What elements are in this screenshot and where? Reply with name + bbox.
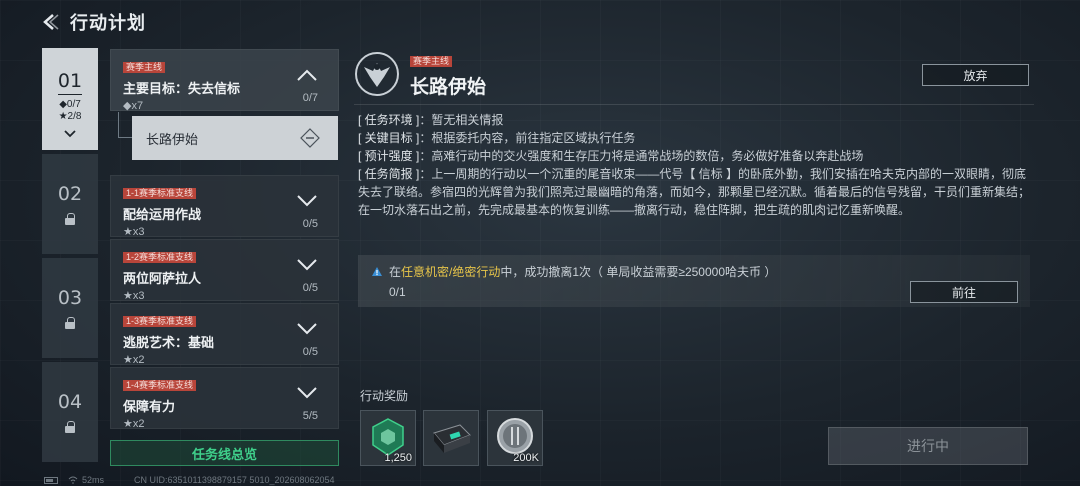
chapter-number: 01 <box>57 70 83 95</box>
task-objective: 在 任意机密/绝密行动 中，成功撤离1次（ 单局收益需要≥250000哈夫币 ）… <box>358 255 1030 307</box>
mission-overview-button[interactable]: 任务线总览 <box>110 440 339 466</box>
info-label: [ 关键目标 ] <box>358 131 420 145</box>
info-text: ：暂无相关情报 <box>419 113 504 127</box>
latency-text: 52ms <box>82 475 105 485</box>
sub-mission-connector <box>118 112 132 138</box>
sub-mission-item[interactable]: 长路伊始 <box>132 116 338 160</box>
task-text-pre: 在 <box>389 265 402 279</box>
reward-amount: 200K <box>513 452 539 464</box>
mission-reward-count: ◆x7 <box>123 100 144 112</box>
chevron-down-icon <box>297 323 317 335</box>
chapter-tab-04[interactable]: 04 <box>42 362 98 462</box>
chevron-down-icon <box>297 387 317 399</box>
info-label: [ 任务环境 ] <box>358 113 420 127</box>
info-briefing: [ 任务简报 ]：上一周期的行动以一个沉重的尾音收束——代号【 信标 】的卧底外… <box>358 165 1036 219</box>
reward-item[interactable] <box>423 410 479 466</box>
chevron-down-icon <box>64 130 76 138</box>
info-key-objective: [ 关键目标 ]：根据委托内容，前往指定区域执行任务 <box>358 129 1036 147</box>
chapter-diamond-progress: ◆0/7 <box>59 99 81 110</box>
chapter-star-progress: ★2/8 <box>58 111 82 122</box>
reward-item[interactable]: 1,250 <box>360 410 416 466</box>
divider <box>354 104 1034 105</box>
abandon-button[interactable]: 放弃 <box>922 64 1029 86</box>
mission-tag: 赛季主线 <box>123 62 166 73</box>
diamond-target-icon <box>300 128 320 148</box>
eagle-emblem-icon <box>355 52 399 96</box>
chapter-tab-02[interactable]: 02 <box>42 154 98 254</box>
chevron-down-icon <box>297 195 317 207</box>
chapter-list: 01 ◆0/7 ★2/8 02 03 04 <box>42 48 98 466</box>
mission-progress: 0/5 <box>302 218 318 230</box>
chapter-number: 02 <box>57 183 83 205</box>
lock-icon <box>65 213 75 225</box>
mission-reward-count: ★x2 <box>123 418 145 430</box>
mission-reward-count: ★x3 <box>123 290 145 302</box>
lock-icon <box>65 317 75 329</box>
mission-reward-count: ★x3 <box>123 226 145 238</box>
task-text-post: 中，成功撤离1次（ 单局收益需要≥250000哈夫币 ） <box>500 265 777 279</box>
info-intensity: [ 预计强度 ]：高难行动中的交火强度和生存压力将是通常战场的数倍，务必做好准备… <box>358 147 1036 165</box>
detail-title: 长路伊始 <box>410 77 487 98</box>
rewards-title: 行动奖励 <box>360 389 409 403</box>
mission-list: 赛季主线 主要目标：失去信标 ◆x7 0/7 1-1赛季标准支线 配给运用作战 … <box>110 49 339 431</box>
mission-tag: 1-1赛季标准支线 <box>123 188 197 199</box>
mission-progress: 0/7 <box>302 92 318 104</box>
info-text: ：上一周期的行动以一个沉重的尾音收束——代号【 信标 】的卧底外勤，我们安插在哈… <box>358 167 1031 217</box>
chapter-number: 04 <box>57 391 83 413</box>
info-text: ：高难行动中的交火强度和生存压力将是通常战场的数倍，务必做好准备以奔赴战场 <box>419 149 864 163</box>
go-button[interactable]: 前往 <box>910 281 1018 303</box>
in-progress-button: 进行中 <box>828 427 1028 465</box>
info-icon <box>372 266 382 276</box>
mission-progress: 0/5 <box>302 346 318 358</box>
mission-item-1-1[interactable]: 1-1赛季标准支线 配给运用作战 ★x3 0/5 <box>110 175 339 238</box>
task-progress: 0/1 <box>389 285 406 299</box>
mission-item-main[interactable]: 赛季主线 主要目标：失去信标 ◆x7 0/7 <box>110 49 339 112</box>
mission-tag: 1-3赛季标准支线 <box>123 316 197 327</box>
info-text: ：根据委托内容，前往指定区域执行任务 <box>419 131 636 145</box>
mission-reward-count: ★x2 <box>123 354 145 366</box>
mission-item-1-4[interactable]: 1-4赛季标准支线 保障有力 ★x2 5/5 <box>110 367 339 430</box>
mission-tag: 1-4赛季标准支线 <box>123 380 197 391</box>
wifi-icon <box>68 476 78 484</box>
task-description: 在 任意机密/绝密行动 中，成功撤离1次（ 单局收益需要≥250000哈夫币 ） <box>371 263 776 280</box>
uid-text: CN UID:6351011398879157 5010_20260806205… <box>134 475 335 485</box>
chapter-tab-01[interactable]: 01 ◆0/7 ★2/8 <box>42 48 98 150</box>
info-label: [ 预计强度 ] <box>358 149 420 163</box>
lock-icon <box>65 421 75 433</box>
back-arrow-icon[interactable] <box>40 11 62 33</box>
info-label: [ 任务简报 ] <box>358 167 420 181</box>
reward-item[interactable]: 200K <box>487 410 543 466</box>
mission-info: [ 任务环境 ]：暂无相关情报 [ 关键目标 ]：根据委托内容，前往指定区域执行… <box>358 111 1036 219</box>
task-highlight: 任意机密/绝密行动 <box>401 265 501 279</box>
mission-item-1-2[interactable]: 1-2赛季标准支线 两位阿萨拉人 ★x3 0/5 <box>110 239 339 302</box>
chevron-down-icon <box>297 259 317 271</box>
supply-case-icon <box>433 424 471 453</box>
mission-item-1-3[interactable]: 1-3赛季标准支线 逃脱艺术：基础 ★x2 0/5 <box>110 303 339 366</box>
status-footer: 52ms CN UID:6351011398879157 5010_202608… <box>44 474 335 486</box>
chevron-up-icon <box>297 69 317 81</box>
mission-tag: 1-2赛季标准支线 <box>123 252 197 263</box>
header: 行动计划 <box>40 8 146 36</box>
info-environment: [ 任务环境 ]：暂无相关情报 <box>358 111 1036 129</box>
mission-progress: 5/5 <box>302 410 318 422</box>
battery-icon <box>44 476 58 484</box>
page-title: 行动计划 <box>70 13 146 33</box>
chapter-tab-03[interactable]: 03 <box>42 258 98 358</box>
chapter-number: 03 <box>57 287 83 309</box>
detail-tag: 赛季主线 <box>410 56 453 67</box>
reward-amount: 1,250 <box>384 452 412 464</box>
sub-mission-name: 长路伊始 <box>146 131 199 147</box>
mission-progress: 0/5 <box>302 282 318 294</box>
